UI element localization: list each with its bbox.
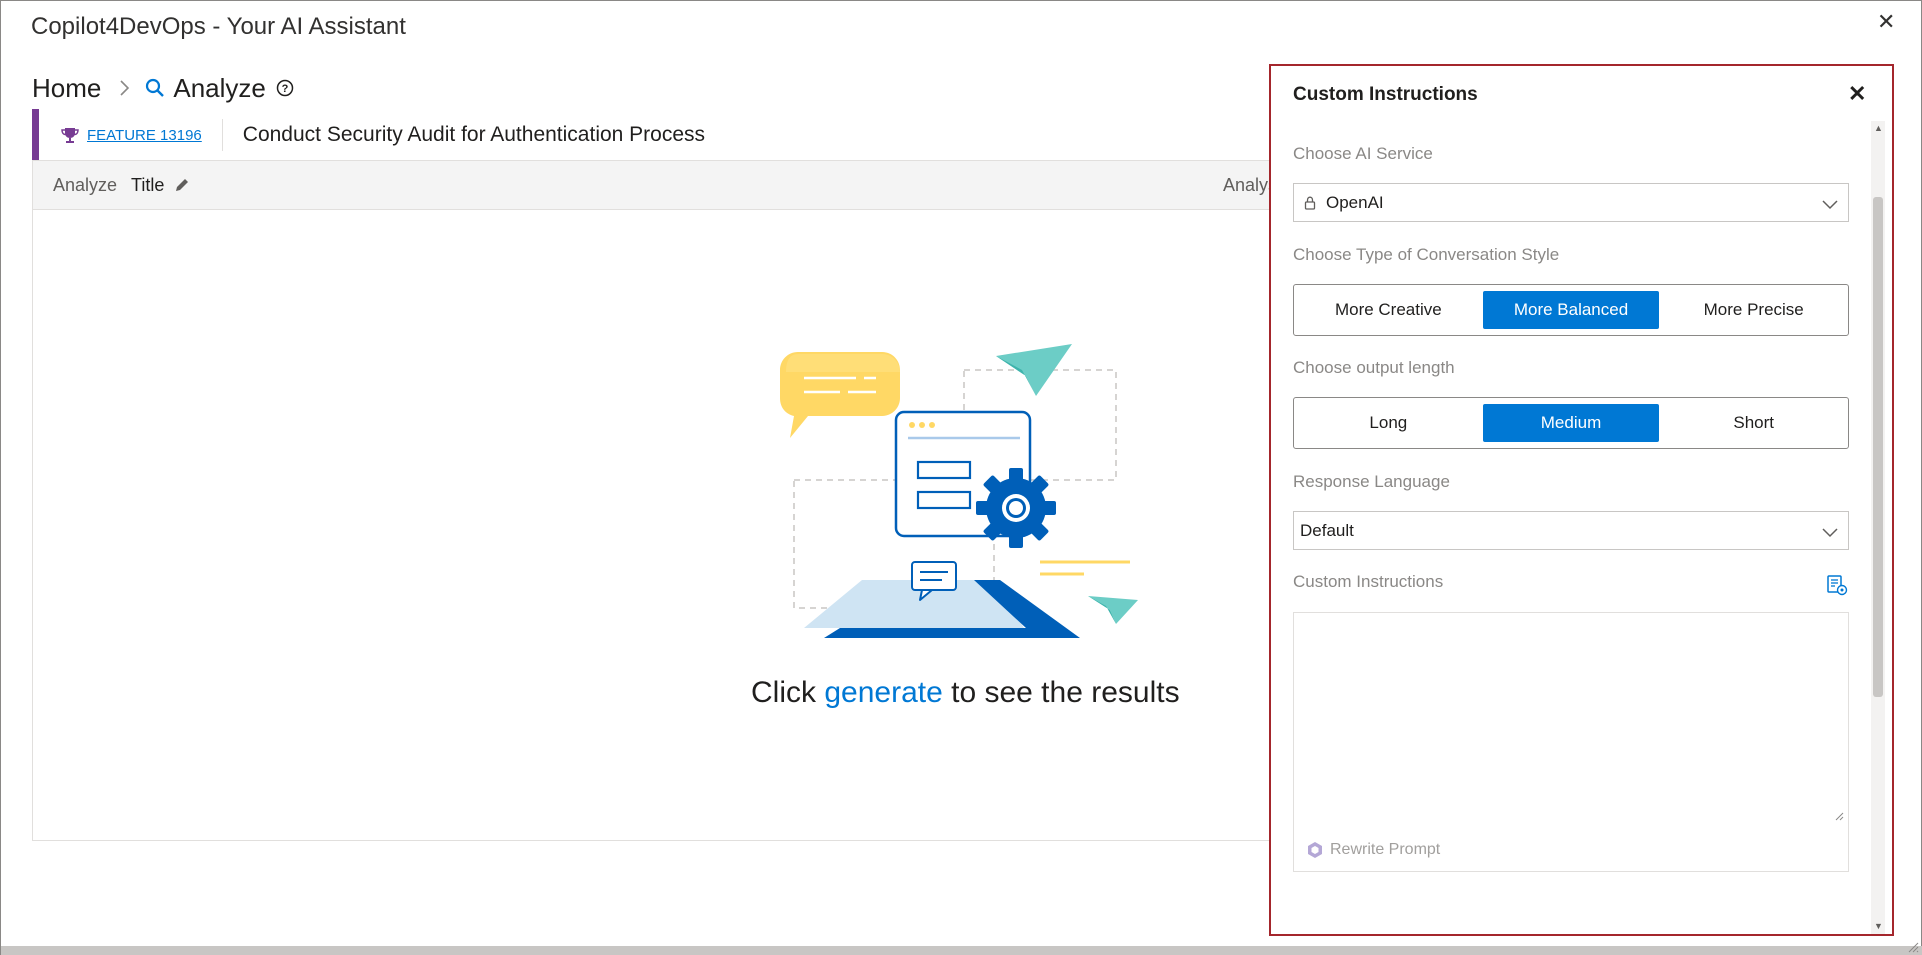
custom-instructions-label: Custom Instructions: [1293, 572, 1444, 591]
work-item-header: FEATURE 13196 Conduct Security Audit for…: [32, 109, 1272, 161]
rewrite-icon: [1306, 841, 1324, 859]
breadcrumb-current: Analyze: [173, 72, 266, 103]
conversation-style-label: Choose Type of Conversation Style: [1293, 245, 1560, 264]
generate-link[interactable]: generate: [824, 676, 942, 709]
ai-service-label: Choose AI Service: [1293, 144, 1433, 163]
app-window: Copilot4DevOps - Your AI Assistant ✕ Hom…: [0, 0, 1922, 955]
chevron-down-icon: [1821, 195, 1839, 215]
empty-state-illustration: [780, 344, 1138, 638]
style-more-precise-button[interactable]: More Precise: [1665, 291, 1842, 329]
chevron-down-icon: [1821, 523, 1839, 543]
style-more-creative-button[interactable]: More Creative: [1300, 291, 1477, 329]
empty-prefix: Click: [751, 676, 825, 709]
output-length-selector: Long Medium Short: [1293, 397, 1849, 449]
textarea-resize-icon[interactable]: [1834, 808, 1844, 826]
window-title: Copilot4DevOps - Your AI Assistant: [31, 13, 406, 40]
empty-suffix: to see the results: [942, 676, 1180, 709]
length-short-button[interactable]: Short: [1665, 404, 1842, 442]
chevron-right-icon: [119, 79, 131, 97]
custom-instructions-box: Rewrite Prompt: [1293, 612, 1849, 872]
length-medium-button[interactable]: Medium: [1482, 404, 1660, 442]
window-bottom-bar: [1, 946, 1922, 955]
search-icon: [145, 78, 165, 98]
breadcrumb-home[interactable]: Home: [32, 73, 101, 104]
resize-grip-icon[interactable]: [1907, 940, 1919, 955]
divider: [221, 119, 223, 151]
conversation-style-selector: More Creative More Balanced More Precise: [1293, 284, 1849, 336]
pencil-icon[interactable]: [174, 177, 190, 193]
panel-close-button[interactable]: ✕: [1848, 81, 1866, 107]
ai-service-dropdown[interactable]: OpenAI: [1293, 183, 1849, 222]
work-item-link[interactable]: FEATURE 13196: [87, 127, 202, 144]
svg-text:?: ?: [281, 83, 288, 95]
trophy-icon: [61, 126, 79, 144]
analyze-header: Analyze Title Analys: [33, 161, 1291, 210]
breadcrumb: Home Analyze ?: [32, 71, 294, 105]
rewrite-prompt-button[interactable]: Rewrite Prompt: [1306, 841, 1440, 859]
analyze-title-field: Title: [131, 174, 165, 195]
scroll-thumb[interactable]: [1873, 197, 1883, 697]
window-close-button[interactable]: ✕: [1877, 9, 1895, 35]
response-language-dropdown[interactable]: Default: [1293, 511, 1849, 550]
length-long-button[interactable]: Long: [1300, 404, 1477, 442]
custom-instructions-panel: Custom Instructions ✕ ▲ ▼ Choose AI Serv…: [1269, 64, 1894, 936]
scroll-up-icon[interactable]: ▲: [1874, 123, 1883, 133]
panel-scrollbar[interactable]: ▲ ▼: [1871, 121, 1885, 934]
rewrite-prompt-label: Rewrite Prompt: [1330, 841, 1441, 858]
template-icon[interactable]: [1826, 574, 1848, 601]
custom-instructions-textarea[interactable]: [1294, 613, 1848, 823]
output-length-label: Choose output length: [1293, 358, 1455, 377]
response-language-value: Default: [1300, 520, 1354, 540]
scroll-down-icon[interactable]: ▼: [1874, 921, 1883, 931]
style-more-balanced-button[interactable]: More Balanced: [1482, 291, 1660, 329]
analyze-label: Analyze: [53, 174, 118, 195]
ai-service-value: OpenAI: [1326, 192, 1384, 212]
help-icon[interactable]: ?: [276, 79, 294, 97]
lock-icon: [1304, 196, 1316, 210]
empty-state-message: Click generate to see the results: [751, 676, 1180, 710]
panel-title: Custom Instructions: [1293, 84, 1478, 105]
work-item-title: Conduct Security Audit for Authenticatio…: [242, 123, 706, 146]
response-language-label: Response Language: [1293, 472, 1450, 491]
